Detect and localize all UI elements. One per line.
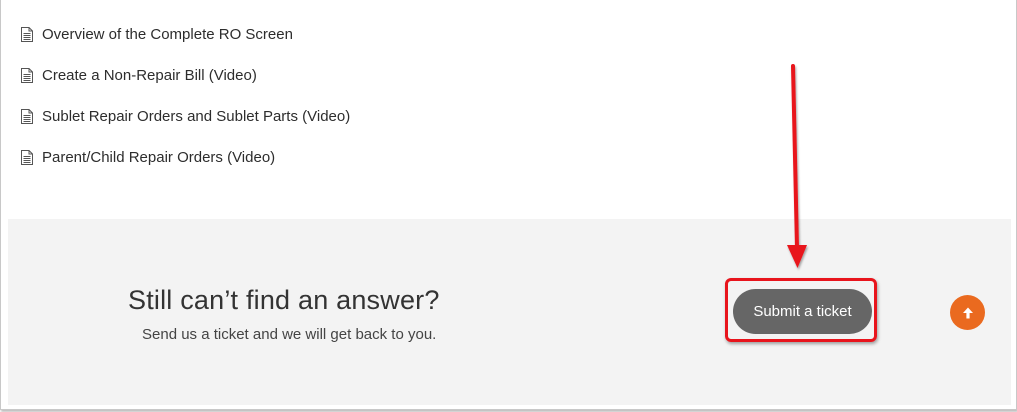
cta-subtitle: Send us a ticket and we will get back to… [142, 326, 437, 343]
submit-ticket-button[interactable]: Submit a ticket [733, 289, 872, 334]
document-icon [21, 150, 33, 165]
article-link[interactable]: Parent/Child Repair Orders (Video) [42, 150, 275, 165]
arrow-up-icon [962, 307, 973, 318]
document-icon [21, 109, 33, 124]
article-link[interactable]: Sublet Repair Orders and Sublet Parts (V… [42, 109, 350, 124]
related-articles-list: Overview of the Complete RO Screen Creat… [21, 14, 350, 178]
list-item[interactable]: Sublet Repair Orders and Sublet Parts (V… [21, 96, 350, 137]
contact-footer: Still can’t find an answer? Send us a ti… [8, 219, 1011, 405]
scroll-to-top-button[interactable] [950, 295, 985, 330]
list-item[interactable]: Overview of the Complete RO Screen [21, 14, 350, 55]
list-item[interactable]: Parent/Child Repair Orders (Video) [21, 137, 350, 178]
article-link[interactable]: Create a Non-Repair Bill (Video) [42, 68, 257, 83]
cta-title: Still can’t find an answer? [128, 285, 440, 315]
document-icon [21, 27, 33, 42]
article-link[interactable]: Overview of the Complete RO Screen [42, 27, 293, 42]
document-icon [21, 68, 33, 83]
list-item[interactable]: Create a Non-Repair Bill (Video) [21, 55, 350, 96]
page-frame: Overview of the Complete RO Screen Creat… [0, 0, 1017, 410]
